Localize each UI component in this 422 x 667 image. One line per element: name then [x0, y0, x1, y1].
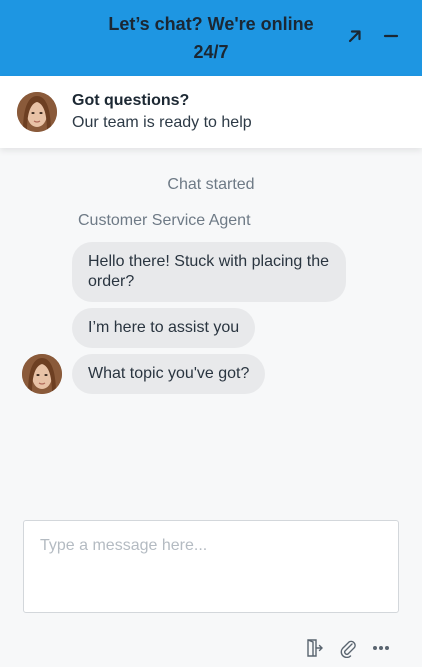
chat-header: Let’s chat? We're online 24/7	[0, 0, 422, 76]
more-options-icon	[373, 646, 389, 650]
system-message: Chat started	[167, 176, 255, 193]
agent-avatar	[17, 92, 57, 132]
info-bar: Got questions? Our team is ready to help	[0, 76, 422, 148]
attach-file-button[interactable]	[337, 637, 359, 659]
header-title: Let’s chat? We're online 24/7	[108, 14, 314, 62]
chat-widget: Let’s chat? We're online 24/7 Got questi…	[0, 0, 422, 667]
exit-chat-icon	[307, 639, 323, 657]
message-input[interactable]	[24, 521, 398, 612]
info-subtitle: Our team is ready to help	[72, 114, 252, 131]
message-bubble: I’m here to assist you	[72, 308, 256, 348]
minimize-button[interactable]	[379, 24, 403, 48]
paperclip-icon	[340, 640, 356, 658]
message-composer	[23, 520, 399, 613]
more-options-button[interactable]	[370, 637, 392, 659]
agent-avatar	[22, 354, 62, 394]
exit-chat-button[interactable]	[303, 637, 325, 659]
message-bubble: What topic you've got?	[72, 354, 266, 394]
agent-name: Customer Service Agent	[78, 212, 251, 229]
arrow-up-right-icon	[348, 30, 361, 43]
message-bubble: Hello there! Stuck with placing the orde…	[72, 242, 346, 302]
minus-icon	[383, 34, 399, 38]
expand-button[interactable]	[343, 24, 367, 48]
info-title: Got questions?	[72, 92, 190, 109]
